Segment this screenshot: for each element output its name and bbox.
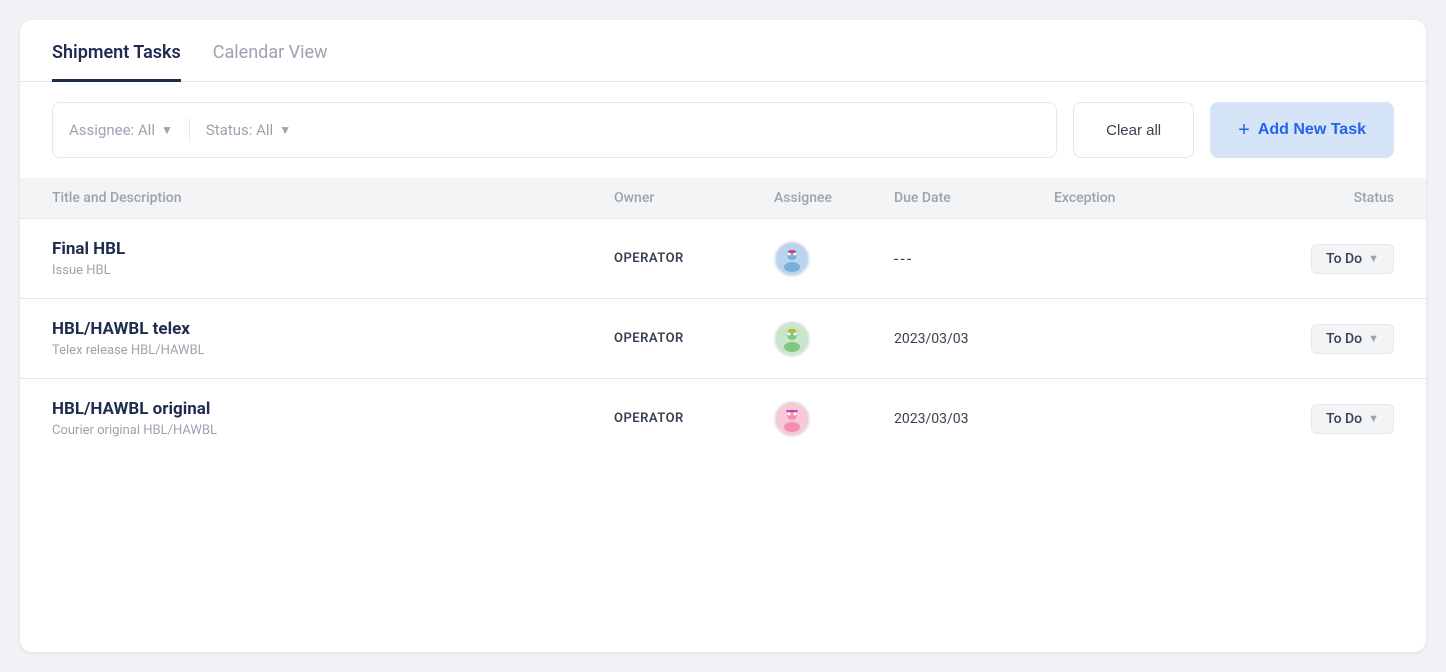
assignee-avatar <box>774 321 810 357</box>
task-owner: OPERATOR <box>614 331 774 346</box>
tab-shipment-tasks[interactable]: Shipment Tasks <box>52 20 181 82</box>
assignee-avatar <box>774 401 810 437</box>
status-chevron-icon: ▼ <box>279 123 291 137</box>
assignee-filter-label: Assignee: All <box>69 121 155 139</box>
task-title: HBL/HAWBL original <box>52 399 614 419</box>
status-badge[interactable]: To Do ▼ <box>1311 324 1394 354</box>
status-filter-label: Status: All <box>206 121 273 139</box>
status-badge[interactable]: To Do ▼ <box>1311 404 1394 434</box>
task-due-date: 2023/03/03 <box>894 411 1054 427</box>
task-assignee <box>774 321 894 357</box>
table-row: HBL/HAWBL original Courier original HBL/… <box>20 378 1426 458</box>
task-info: HBL/HAWBL telex Telex release HBL/HAWBL <box>52 319 614 358</box>
filter-bar: Assignee: All ▼ Status: All ▼ <box>52 102 1057 158</box>
tab-calendar-view[interactable]: Calendar View <box>213 20 328 82</box>
task-due-date: 2023/03/03 <box>894 331 1054 347</box>
task-info: HBL/HAWBL original Courier original HBL/… <box>52 399 614 438</box>
table-row: HBL/HAWBL telex Telex release HBL/HAWBL … <box>20 298 1426 378</box>
task-title: Final HBL <box>52 239 614 259</box>
status-filter[interactable]: Status: All ▼ <box>190 103 307 157</box>
task-status-container: To Do ▼ <box>1214 244 1394 274</box>
task-assignee <box>774 401 894 437</box>
task-owner: OPERATOR <box>614 411 774 426</box>
task-description: Courier original HBL/HAWBL <box>52 423 614 438</box>
assignee-filter[interactable]: Assignee: All ▼ <box>69 103 189 157</box>
task-owner: OPERATOR <box>614 251 774 266</box>
task-title: HBL/HAWBL telex <box>52 319 614 339</box>
table-body: Final HBL Issue HBL OPERATOR --- <box>20 218 1426 458</box>
table-header: Title and Description Owner Assignee Due… <box>20 178 1426 218</box>
task-due-date: --- <box>894 249 1054 268</box>
header-assignee: Assignee <box>774 190 894 206</box>
status-chevron-icon: ▼ <box>1368 252 1379 265</box>
status-label: To Do <box>1326 251 1362 267</box>
add-new-task-button[interactable]: + Add New Task <box>1210 102 1394 158</box>
clear-all-button[interactable]: Clear all <box>1073 102 1194 158</box>
header-due-date: Due Date <box>894 190 1054 206</box>
status-label: To Do <box>1326 411 1362 427</box>
task-description: Issue HBL <box>52 263 614 278</box>
toolbar: Assignee: All ▼ Status: All ▼ Clear all … <box>20 82 1426 178</box>
task-assignee <box>774 241 894 277</box>
header-title: Title and Description <box>52 190 614 206</box>
header-owner: Owner <box>614 190 774 206</box>
header-status: Status <box>1214 190 1394 206</box>
plus-icon: + <box>1238 119 1250 142</box>
task-status-container: To Do ▼ <box>1214 404 1394 434</box>
assignee-chevron-icon: ▼ <box>161 123 173 137</box>
task-status-container: To Do ▼ <box>1214 324 1394 354</box>
status-badge[interactable]: To Do ▼ <box>1311 244 1394 274</box>
table-row: Final HBL Issue HBL OPERATOR --- <box>20 218 1426 298</box>
main-card: Shipment Tasks Calendar View Assignee: A… <box>20 20 1426 652</box>
assignee-avatar <box>774 241 810 277</box>
task-info: Final HBL Issue HBL <box>52 239 614 278</box>
tabs-container: Shipment Tasks Calendar View <box>20 20 1426 82</box>
header-exception: Exception <box>1054 190 1214 206</box>
status-chevron-icon: ▼ <box>1368 332 1379 345</box>
add-task-label: Add New Task <box>1258 121 1366 139</box>
status-chevron-icon: ▼ <box>1368 412 1379 425</box>
status-label: To Do <box>1326 331 1362 347</box>
task-description: Telex release HBL/HAWBL <box>52 343 614 358</box>
